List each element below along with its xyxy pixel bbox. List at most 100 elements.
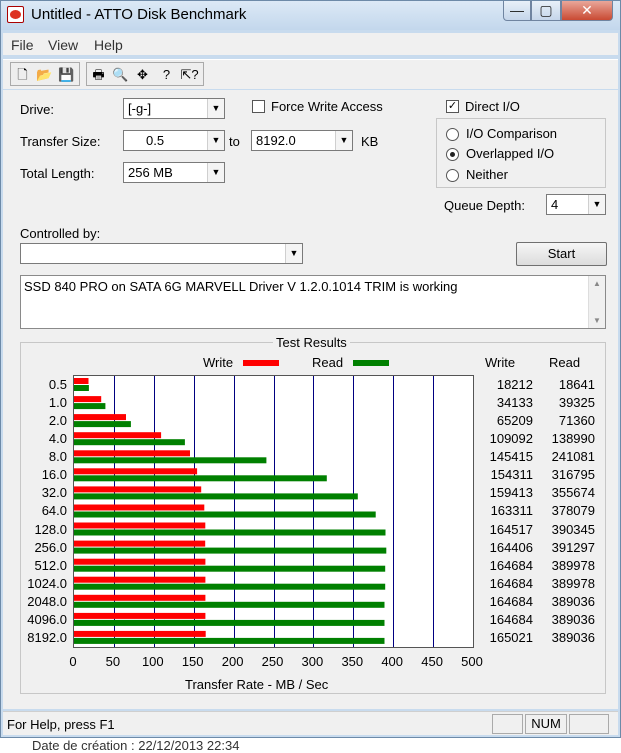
category-label: 16.0 [41, 467, 67, 483]
force-write-checkbox[interactable] [252, 100, 265, 113]
write-legend-label: Write [203, 355, 234, 370]
bar-chart-plot [73, 375, 474, 648]
menu-view[interactable]: View [48, 37, 78, 53]
start-button[interactable]: Start [516, 242, 607, 266]
title-bar[interactable]: Untitled - ATTO Disk Benchmark — ▢ ✕ [1, 1, 620, 30]
controlled-by-select[interactable]: ▼ [20, 243, 303, 264]
minimize-button[interactable]: — [503, 1, 531, 21]
read-value-cell: 355674 [551, 485, 595, 501]
print-preview-icon[interactable]: 🔍 [111, 65, 130, 84]
io-mode-group: I/O Comparison Overlapped I/O Neither [436, 118, 606, 188]
write-bar [74, 468, 198, 475]
io-comparison-radio[interactable] [446, 128, 459, 141]
maximize-button[interactable]: ▢ [531, 1, 561, 21]
close-button[interactable]: ✕ [561, 1, 613, 21]
queue-depth-select[interactable]: 4 ▼ [546, 194, 606, 215]
atto-app-icon[interactable] [7, 6, 24, 23]
context-help-icon[interactable]: ⇱? [180, 65, 199, 84]
category-label: 4096.0 [27, 611, 67, 627]
file-tool-group: 🗋 📂 💾 [10, 62, 80, 86]
print-icon[interactable]: 🖶 [89, 65, 108, 84]
drive-label: Drive: [20, 102, 54, 117]
chevron-down-icon[interactable]: ▼ [588, 195, 605, 214]
read-value-cell: 389978 [551, 575, 595, 591]
force-write-label: Force Write Access [271, 99, 383, 114]
neither-radio[interactable] [446, 169, 459, 182]
read-value-cell: 389036 [551, 593, 595, 609]
menu-help[interactable]: Help [94, 37, 123, 53]
category-label: 1.0 [48, 395, 67, 411]
category-label: 8192.0 [27, 629, 67, 645]
chevron-down-icon[interactable]: ▼ [335, 131, 352, 150]
transfer-from-select[interactable]: 0.5 ▼ [123, 130, 225, 151]
description-scrollbar[interactable]: ▲ ▼ [588, 276, 605, 328]
read-value-cell: 39325 [558, 395, 595, 411]
write-column-header: Write [485, 355, 516, 370]
write-value-cell: 165021 [489, 629, 533, 645]
write-value-cell: 34133 [496, 395, 533, 411]
write-bar [74, 612, 206, 619]
category-label: 32.0 [41, 485, 67, 501]
read-bar [74, 385, 89, 391]
write-bar [74, 378, 89, 384]
new-file-icon[interactable]: 🗋 [13, 65, 32, 84]
write-value-cell: 154311 [490, 467, 533, 483]
app-window: Untitled - ATTO Disk Benchmark — ▢ ✕ Fil… [0, 0, 621, 738]
chevron-down-icon[interactable]: ▼ [207, 131, 224, 150]
read-bar [74, 475, 327, 482]
open-folder-icon[interactable]: 📂 [35, 65, 54, 84]
total-length-label: Total Length: [20, 166, 95, 181]
read-value-cell: 316795 [551, 467, 595, 483]
chevron-down-icon[interactable]: ▼ [285, 244, 302, 263]
read-bar [74, 457, 267, 464]
read-bar [74, 439, 185, 446]
overlapped-io-radio[interactable] [446, 148, 459, 161]
x-tick-label: 100 [141, 654, 164, 669]
move-icon[interactable]: ✥ [133, 65, 152, 84]
drive-select[interactable]: [-g-] ▼ [123, 98, 225, 119]
transfer-to-label: to [229, 134, 240, 149]
read-value-cell: 391297 [551, 539, 595, 555]
write-value-cell: 164517 [489, 521, 533, 537]
write-value-cell: 164684 [489, 575, 533, 591]
x-tick-label: 200 [221, 654, 244, 669]
category-label: 128.0 [34, 521, 67, 537]
read-value-cell: 71360 [558, 413, 595, 429]
write-value-cell: 164684 [489, 557, 533, 573]
read-value-cell: 389036 [551, 629, 595, 645]
chevron-down-icon[interactable]: ▼ [207, 99, 224, 118]
category-label: 0.5 [48, 377, 67, 392]
scroll-down-icon[interactable]: ▼ [589, 316, 605, 325]
read-bar [74, 421, 131, 428]
write-bar [74, 414, 126, 421]
read-value-cell: 389978 [551, 557, 595, 573]
read-bar [74, 529, 386, 536]
chevron-down-icon[interactable]: ▼ [207, 163, 224, 182]
direct-io-checkbox[interactable]: ✓ [446, 100, 459, 113]
scroll-up-icon[interactable]: ▲ [589, 279, 605, 288]
direct-io-label: Direct I/O [465, 99, 520, 114]
write-bar [74, 630, 206, 637]
write-legend-swatch [243, 360, 279, 366]
total-length-select[interactable]: 256 MB ▼ [123, 162, 225, 183]
read-bar [74, 637, 385, 644]
transfer-to-select[interactable]: 8192.0 ▼ [251, 130, 353, 151]
description-textarea[interactable]: SSD 840 PRO on SATA 6G MARVELL Driver V … [20, 275, 606, 329]
window-title: Untitled - ATTO Disk Benchmark [31, 6, 247, 23]
write-bar [74, 540, 206, 547]
write-value-cell: 159413 [489, 485, 533, 501]
status-bar: For Help, press F1 NUM [3, 711, 618, 735]
action-tool-group: 🖶 🔍 ✥ ? ⇱? [86, 62, 204, 86]
read-bar [74, 547, 387, 554]
overlapped-io-label: Overlapped I/O [466, 146, 555, 161]
category-label: 8.0 [48, 449, 67, 465]
help-icon[interactable]: ? [157, 65, 176, 84]
menu-file[interactable]: File [11, 37, 34, 53]
category-label: 4.0 [48, 431, 67, 447]
write-bar [74, 558, 206, 565]
write-value-cell: 65209 [496, 413, 533, 429]
x-axis-label: Transfer Rate - MB / Sec [185, 677, 329, 692]
save-icon[interactable]: 💾 [57, 65, 76, 84]
category-label: 2.0 [48, 413, 67, 429]
category-label: 1024.0 [27, 575, 67, 591]
